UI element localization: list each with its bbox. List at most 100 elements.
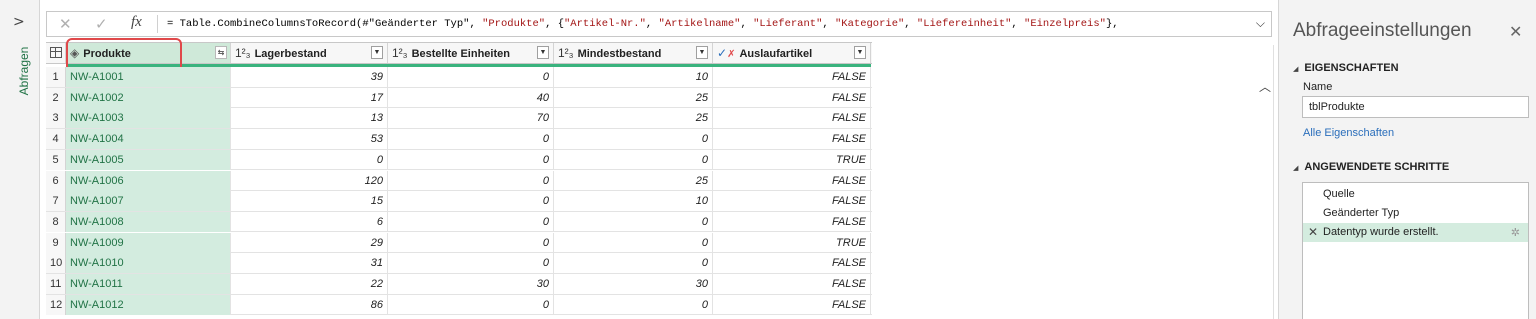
row-number[interactable]: 4 [46, 129, 66, 150]
cell-lagerbestand[interactable]: 13 [231, 108, 388, 129]
table-row[interactable]: 5 NW-A1005 0 0 0 TRUE [46, 149, 872, 171]
cell-produkte[interactable]: NW-A1008 [66, 211, 231, 232]
chevron-down-icon[interactable]: ▼ [537, 46, 549, 59]
delete-step-icon[interactable]: ✕ [1308, 223, 1318, 242]
step-geaenderter-typ[interactable]: Geänderter Typ [1303, 204, 1528, 223]
chevron-down-icon[interactable]: ⌵ [1256, 16, 1265, 31]
cell-auslaufartikel[interactable]: FALSE [713, 191, 871, 212]
cell-bestellte-einheiten[interactable]: 0 [388, 253, 554, 274]
cell-produkte[interactable]: NW-A1001 [66, 67, 231, 87]
column-header-mindestbestand[interactable]: 1²₃ Mindestbestand ▼ [554, 43, 713, 63]
cell-lagerbestand[interactable]: 31 [231, 253, 388, 274]
row-number[interactable]: 1 [46, 67, 66, 87]
properties-section-header[interactable]: ◢ EIGENSCHAFTEN [1293, 62, 1399, 74]
queries-label-wrapper[interactable]: Abfragen [12, 41, 31, 104]
row-number[interactable]: 6 [46, 170, 66, 191]
collapse-triangle-icon[interactable]: ◢ [1293, 66, 1298, 73]
cell-auslaufartikel[interactable]: FALSE [713, 129, 871, 150]
column-header-bestellte-einheiten[interactable]: 1²₃ Bestellte Einheiten ▼ [388, 43, 554, 63]
table-row[interactable]: 2 NW-A1002 17 40 25 FALSE [46, 87, 872, 109]
cell-mindestbestand[interactable]: 0 [554, 232, 713, 253]
chevron-right-icon[interactable]: > [13, 14, 25, 30]
cell-produkte[interactable]: NW-A1012 [66, 294, 231, 315]
cell-lagerbestand[interactable]: 86 [231, 294, 388, 315]
row-number[interactable]: 11 [46, 274, 66, 294]
cell-lagerbestand[interactable]: 39 [231, 67, 388, 87]
column-header-auslaufartikel[interactable]: ✓✗ Auslaufartikel ▼ [713, 43, 871, 63]
table-row[interactable]: 8 NW-A1008 6 0 0 FALSE [46, 211, 872, 233]
cell-auslaufartikel[interactable]: FALSE [713, 211, 871, 232]
cell-mindestbestand[interactable]: 0 [554, 129, 713, 150]
table-row[interactable]: 10 NW-A1010 31 0 0 FALSE [46, 253, 872, 274]
row-number[interactable]: 2 [46, 87, 66, 108]
row-number[interactable]: 9 [46, 232, 66, 253]
table-row[interactable]: 11 NW-A1011 22 30 30 FALSE [46, 274, 872, 295]
fx-icon[interactable]: fx [131, 14, 142, 31]
cell-bestellte-einheiten[interactable]: 30 [388, 274, 554, 294]
row-number[interactable]: 5 [46, 149, 66, 170]
cell-lagerbestand[interactable]: 17 [231, 87, 388, 108]
cell-bestellte-einheiten[interactable]: 0 [388, 129, 554, 150]
table-row[interactable]: 12 NW-A1012 86 0 0 FALSE [46, 294, 872, 316]
table-row[interactable]: 7 NW-A1007 15 0 10 FALSE [46, 191, 872, 212]
chevron-down-icon[interactable]: ▼ [696, 46, 708, 59]
row-number[interactable]: 10 [46, 253, 66, 274]
cell-bestellte-einheiten[interactable]: 0 [388, 232, 554, 253]
cell-auslaufartikel[interactable]: FALSE [713, 253, 871, 274]
table-row[interactable]: 6 NW-A1006 120 0 25 FALSE [46, 170, 872, 191]
table-row[interactable]: 4 NW-A1004 53 0 0 FALSE [46, 129, 872, 150]
formula-input[interactable]: = Table.CombineColumnsToRecord(#"Geänder… [167, 18, 1247, 30]
cell-mindestbestand[interactable]: 0 [554, 149, 713, 170]
cell-auslaufartikel[interactable]: TRUE [713, 149, 871, 170]
close-icon[interactable]: ✕ [1509, 22, 1522, 41]
cell-mindestbestand[interactable]: 0 [554, 211, 713, 232]
cell-auslaufartikel[interactable]: FALSE [713, 108, 871, 129]
cell-bestellte-einheiten[interactable]: 0 [388, 170, 554, 191]
cell-lagerbestand[interactable]: 0 [231, 149, 388, 170]
cell-auslaufartikel[interactable]: FALSE [713, 294, 871, 315]
cell-auslaufartikel[interactable]: TRUE [713, 232, 871, 253]
close-icon[interactable]: ✕ [59, 15, 72, 33]
cell-bestellte-einheiten[interactable]: 70 [388, 108, 554, 129]
cell-auslaufartikel[interactable]: FALSE [713, 67, 871, 87]
step-datentyp-erstellt[interactable]: ✕ Datentyp wurde erstellt. ✲ [1303, 223, 1528, 242]
cell-lagerbestand[interactable]: 22 [231, 274, 388, 294]
cell-auslaufartikel[interactable]: FALSE [713, 274, 871, 294]
queries-label[interactable]: Abfragen [17, 41, 31, 101]
cell-bestellte-einheiten[interactable]: 0 [388, 191, 554, 212]
cell-lagerbestand[interactable]: 53 [231, 129, 388, 150]
cell-produkte[interactable]: NW-A1002 [66, 87, 231, 108]
check-icon[interactable]: ✓ [95, 15, 108, 33]
cell-mindestbestand[interactable]: 0 [554, 294, 713, 315]
table-menu-icon[interactable] [46, 43, 66, 63]
table-row[interactable]: 3 NW-A1003 13 70 25 FALSE [46, 108, 872, 129]
cell-bestellte-einheiten[interactable]: 0 [388, 149, 554, 170]
gear-icon[interactable]: ✲ [1511, 223, 1520, 242]
cell-auslaufartikel[interactable]: FALSE [713, 170, 871, 191]
cell-mindestbestand[interactable]: 30 [554, 274, 713, 294]
column-header-lagerbestand[interactable]: 1²₃ Lagerbestand ▼ [231, 43, 388, 63]
query-name-input[interactable] [1302, 96, 1529, 118]
chevron-down-icon[interactable]: ▼ [371, 46, 383, 59]
cell-lagerbestand[interactable]: 29 [231, 232, 388, 253]
cell-bestellte-einheiten[interactable]: 0 [388, 67, 554, 87]
cell-produkte[interactable]: NW-A1007 [66, 191, 231, 212]
cell-lagerbestand[interactable]: 6 [231, 211, 388, 232]
cell-produkte[interactable]: NW-A1011 [66, 274, 231, 294]
cell-produkte[interactable]: NW-A1009 [66, 232, 231, 253]
cell-lagerbestand[interactable]: 120 [231, 170, 388, 191]
row-number[interactable]: 12 [46, 294, 66, 315]
cell-produkte[interactable]: NW-A1010 [66, 253, 231, 274]
cell-lagerbestand[interactable]: 15 [231, 191, 388, 212]
chevron-down-icon[interactable]: ▼ [854, 46, 866, 59]
cell-mindestbestand[interactable]: 25 [554, 87, 713, 108]
cell-bestellte-einheiten[interactable]: 0 [388, 294, 554, 315]
cell-bestellte-einheiten[interactable]: 0 [388, 211, 554, 232]
cell-mindestbestand[interactable]: 25 [554, 170, 713, 191]
table-row[interactable]: 1 NW-A1001 39 0 10 FALSE [46, 67, 872, 88]
cell-produkte[interactable]: NW-A1006 [66, 170, 231, 191]
chevron-up-icon[interactable]: ︿ [1259, 78, 1271, 95]
applied-steps-section-header[interactable]: ◢ ANGEWENDETE SCHRITTE [1293, 161, 1449, 173]
cell-produkte[interactable]: NW-A1004 [66, 129, 231, 150]
row-number[interactable]: 7 [46, 191, 66, 212]
